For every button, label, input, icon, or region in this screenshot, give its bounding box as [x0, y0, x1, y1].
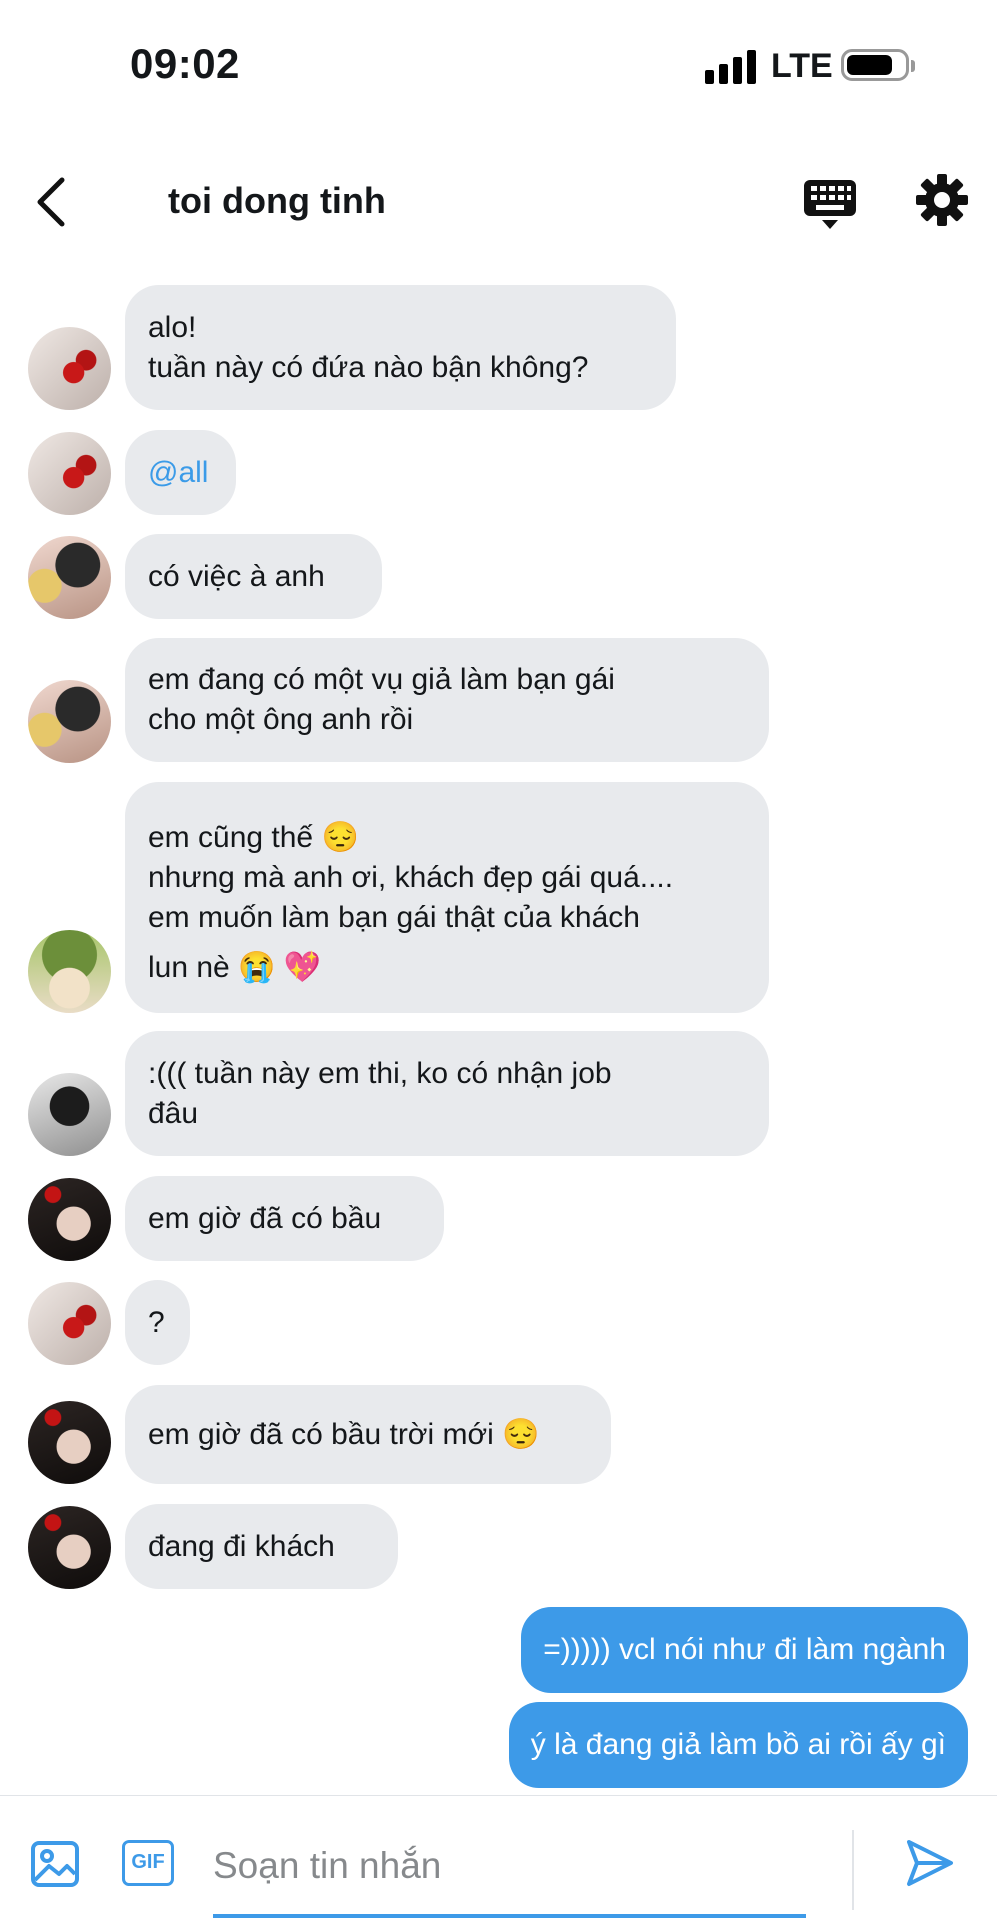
image-icon: [31, 1841, 79, 1887]
message-text: em đang có một vụ giả làm bạn gái: [148, 663, 615, 696]
message-text: đâu: [148, 1096, 199, 1130]
keyboard-button[interactable]: [800, 178, 860, 232]
message-text: có việc à anh: [148, 559, 325, 593]
avatar[interactable]: [28, 536, 111, 619]
outgoing-message[interactable]: =))))) vcl nói như đi làm ngành: [521, 1607, 968, 1693]
settings-button[interactable]: [914, 172, 970, 228]
status-bar: 09:02 LTE: [0, 0, 997, 130]
message-text: lun nè 😭 💖: [148, 950, 322, 984]
message-text: em giờ đã có bầu: [148, 1201, 382, 1235]
message-text: tuần này có đứa nào bận không?: [148, 350, 589, 384]
avatar[interactable]: [28, 1178, 111, 1261]
message-bubble[interactable]: em đang có một vụ giả làm bạn gái cho mộ…: [125, 638, 769, 762]
avatar[interactable]: [28, 1506, 111, 1589]
signal-icon: [705, 50, 757, 84]
avatar[interactable]: [28, 1073, 111, 1156]
message-text: ?: [148, 1305, 165, 1339]
gif-button[interactable]: GIF: [122, 1840, 174, 1886]
avatar[interactable]: [28, 930, 111, 1013]
message-text: :((( tuần này em thi, ko có nhận job: [148, 1056, 612, 1090]
status-time: 09:02: [130, 40, 240, 87]
message-bubble[interactable]: đang đi khách: [125, 1504, 398, 1589]
conversation-title: toi dong tinh: [168, 180, 386, 221]
message-text: em cũng thế 😔: [148, 820, 359, 854]
message-bubble[interactable]: có việc à anh: [125, 534, 382, 619]
message-bubble[interactable]: em giờ đã có bầu: [125, 1176, 444, 1261]
add-photo-button[interactable]: [30, 1840, 80, 1888]
chevron-left-icon: [37, 177, 65, 227]
composer-divider: [852, 1830, 854, 1910]
keyboard-icon: [804, 180, 856, 229]
avatar[interactable]: [28, 432, 111, 515]
avatar[interactable]: [28, 1401, 111, 1484]
message-text: cho một ông anh rồi: [148, 703, 414, 736]
message-text: nhưng mà anh ơi, khách đẹp gái quá....: [148, 860, 674, 894]
send-icon: [907, 1840, 953, 1886]
battery-icon: [841, 49, 915, 81]
message-text: em muốn làm bạn gái thật của khách: [148, 900, 640, 934]
avatar[interactable]: [28, 680, 111, 763]
message-bubble[interactable]: em cũng thế 😔 nhưng mà anh ơi, khách đẹp…: [125, 782, 769, 1013]
message-bubble[interactable]: :((( tuần này em thi, ko có nhận job đâu: [125, 1031, 769, 1156]
message-bubble[interactable]: @all: [125, 430, 236, 515]
message-input[interactable]: [213, 1838, 813, 1893]
mention-link[interactable]: @all: [148, 453, 213, 493]
message-bubble[interactable]: em giờ đã có bầu trời mới 😔: [125, 1385, 611, 1484]
network-label: LTE: [771, 47, 833, 85]
avatar[interactable]: [28, 327, 111, 410]
message-text: đang đi khách: [148, 1529, 335, 1563]
message-text: alo!: [148, 310, 197, 344]
message-text: em giờ đã có bầu trời mới 😔: [148, 1417, 540, 1451]
input-underline: [213, 1914, 806, 1918]
outgoing-message[interactable]: ý là đang giả làm bồ ai rồi ấy gì: [508, 1702, 968, 1788]
avatar[interactable]: [28, 1282, 111, 1365]
message-bubble[interactable]: ?: [125, 1280, 190, 1365]
message-bubble[interactable]: alo! tuần này có đứa nào bận không?: [125, 285, 676, 410]
send-button[interactable]: [905, 1838, 955, 1888]
gear-icon: [916, 174, 968, 226]
back-button[interactable]: [28, 172, 78, 232]
